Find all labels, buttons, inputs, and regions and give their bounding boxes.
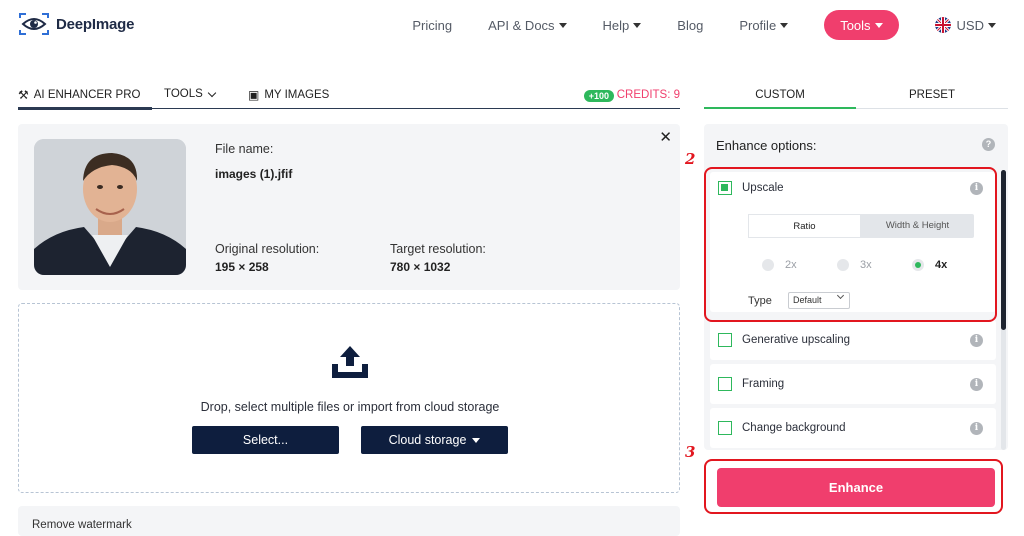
cloud-storage-label: Cloud storage xyxy=(388,433,467,447)
step-2-annotation: 2 xyxy=(685,150,696,168)
chevron-down-icon xyxy=(207,88,217,97)
currency-label: USD xyxy=(956,17,984,33)
nav-tools-button[interactable]: Tools xyxy=(824,10,899,40)
file-name-label: File name: xyxy=(215,142,274,156)
target-resolution-value: 780 × 1032 xyxy=(390,260,451,274)
upload-icon xyxy=(332,346,368,378)
upload-dropzone[interactable]: Drop, select multiple files or import fr… xyxy=(18,303,680,493)
step-3-annotation: 3 xyxy=(685,443,696,461)
main-nav: Pricing API & Docs Help Blog Profile Too… xyxy=(376,10,996,40)
tool-tabs: ⚒ AI ENHANCER PRO TOOLS ▣ MY IMAGES +100… xyxy=(18,84,680,110)
logo[interactable]: DeepImage xyxy=(18,12,134,36)
magic-wand-icon: ⚒ xyxy=(18,88,29,102)
portrait-image xyxy=(34,139,186,275)
select-files-button[interactable]: Select... xyxy=(192,426,339,454)
generative-upscaling-checkbox[interactable] xyxy=(718,333,732,347)
nav-tools-label: Tools xyxy=(840,17,871,33)
tab-preset[interactable]: PRESET xyxy=(856,89,1008,101)
nav-profile-label: Profile xyxy=(739,17,777,33)
file-name-value: images (1).jfif xyxy=(215,167,293,181)
brand-name: DeepImage xyxy=(56,15,135,33)
nav-api-docs[interactable]: API & Docs xyxy=(488,10,567,40)
close-icon[interactable]: ✕ xyxy=(659,128,672,146)
tab-ai-enhancer[interactable]: ⚒ AI ENHANCER PRO xyxy=(18,88,140,102)
framing-label: Framing xyxy=(742,378,785,390)
currency-selector[interactable]: USD xyxy=(934,10,996,40)
active-tab-underline xyxy=(18,107,152,110)
change-background-checkbox[interactable] xyxy=(718,421,732,435)
upscale-callout-box xyxy=(704,167,997,322)
upload-prompt: Drop, select multiple files or import fr… xyxy=(200,400,500,414)
target-resolution-label: Target resolution: xyxy=(390,242,486,256)
tab-custom-label: CUSTOM xyxy=(755,89,805,101)
tab-custom[interactable]: CUSTOM xyxy=(704,89,856,101)
generative-upscaling-label: Generative upscaling xyxy=(742,334,851,346)
nav-pricing-label: Pricing xyxy=(412,17,453,33)
nav-blog-label: Blog xyxy=(677,17,704,33)
caret-down-icon xyxy=(874,22,883,28)
change-background-label: Change background xyxy=(742,422,846,434)
enhance-options-title: Enhance options: xyxy=(716,138,817,153)
tab-my-images[interactable]: ▣ MY IMAGES xyxy=(248,88,329,102)
credits-bonus-badge: +100 xyxy=(583,90,614,102)
tab-tools[interactable]: TOOLS xyxy=(164,88,217,100)
nav-profile[interactable]: Profile xyxy=(739,10,789,40)
change-background-option: Change background i xyxy=(710,408,996,448)
active-tab-underline xyxy=(704,107,856,109)
generative-upscaling-option: Generative upscaling i xyxy=(710,320,996,360)
eye-logo-icon xyxy=(19,13,49,35)
framing-checkbox[interactable] xyxy=(718,377,732,391)
options-scrollbar-thumb[interactable] xyxy=(1001,170,1006,330)
tab-my-images-label: MY IMAGES xyxy=(264,89,330,101)
remove-watermark-section[interactable]: Remove watermark xyxy=(18,506,680,536)
cloud-storage-button[interactable]: Cloud storage xyxy=(361,426,508,454)
framing-option: Framing i xyxy=(710,364,996,404)
nav-help-label: Help xyxy=(602,17,630,33)
caret-down-icon xyxy=(472,437,481,443)
nav-pricing[interactable]: Pricing xyxy=(412,10,452,40)
credits-counter[interactable]: CREDITS: 9 xyxy=(617,89,680,101)
file-card: ✕ File name: images (1).jfif Original re… xyxy=(18,124,680,290)
caret-down-icon xyxy=(988,22,996,28)
nav-help[interactable]: Help xyxy=(603,10,642,40)
mode-tabs: CUSTOM PRESET xyxy=(704,84,1008,109)
images-icon: ▣ xyxy=(248,88,260,102)
enhance-button-label: Enhance xyxy=(828,480,884,495)
uk-flag-icon xyxy=(934,17,951,33)
remove-watermark-label: Remove watermark xyxy=(32,519,132,531)
select-files-label: Select... xyxy=(242,433,289,447)
top-header: DeepImage Pricing API & Docs Help Blog P… xyxy=(0,0,1024,50)
info-icon[interactable]: i xyxy=(970,378,983,391)
original-resolution-label: Original resolution: xyxy=(215,242,320,256)
tab-ai-enhancer-label: AI ENHANCER PRO xyxy=(33,89,141,101)
enhance-button[interactable]: Enhance xyxy=(717,468,995,507)
info-icon[interactable]: i xyxy=(970,334,983,347)
caret-down-icon xyxy=(633,22,642,28)
tab-tools-label: TOOLS xyxy=(164,88,203,100)
caret-down-icon xyxy=(780,22,789,28)
help-icon[interactable]: ? xyxy=(982,138,995,151)
tab-preset-label: PRESET xyxy=(908,89,955,101)
nav-blog[interactable]: Blog xyxy=(677,10,703,40)
info-icon[interactable]: i xyxy=(970,422,983,435)
uploaded-image-thumbnail xyxy=(34,139,186,275)
original-resolution-value: 195 × 258 xyxy=(215,260,269,274)
caret-down-icon xyxy=(558,22,567,28)
nav-api-docs-label: API & Docs xyxy=(488,17,555,33)
